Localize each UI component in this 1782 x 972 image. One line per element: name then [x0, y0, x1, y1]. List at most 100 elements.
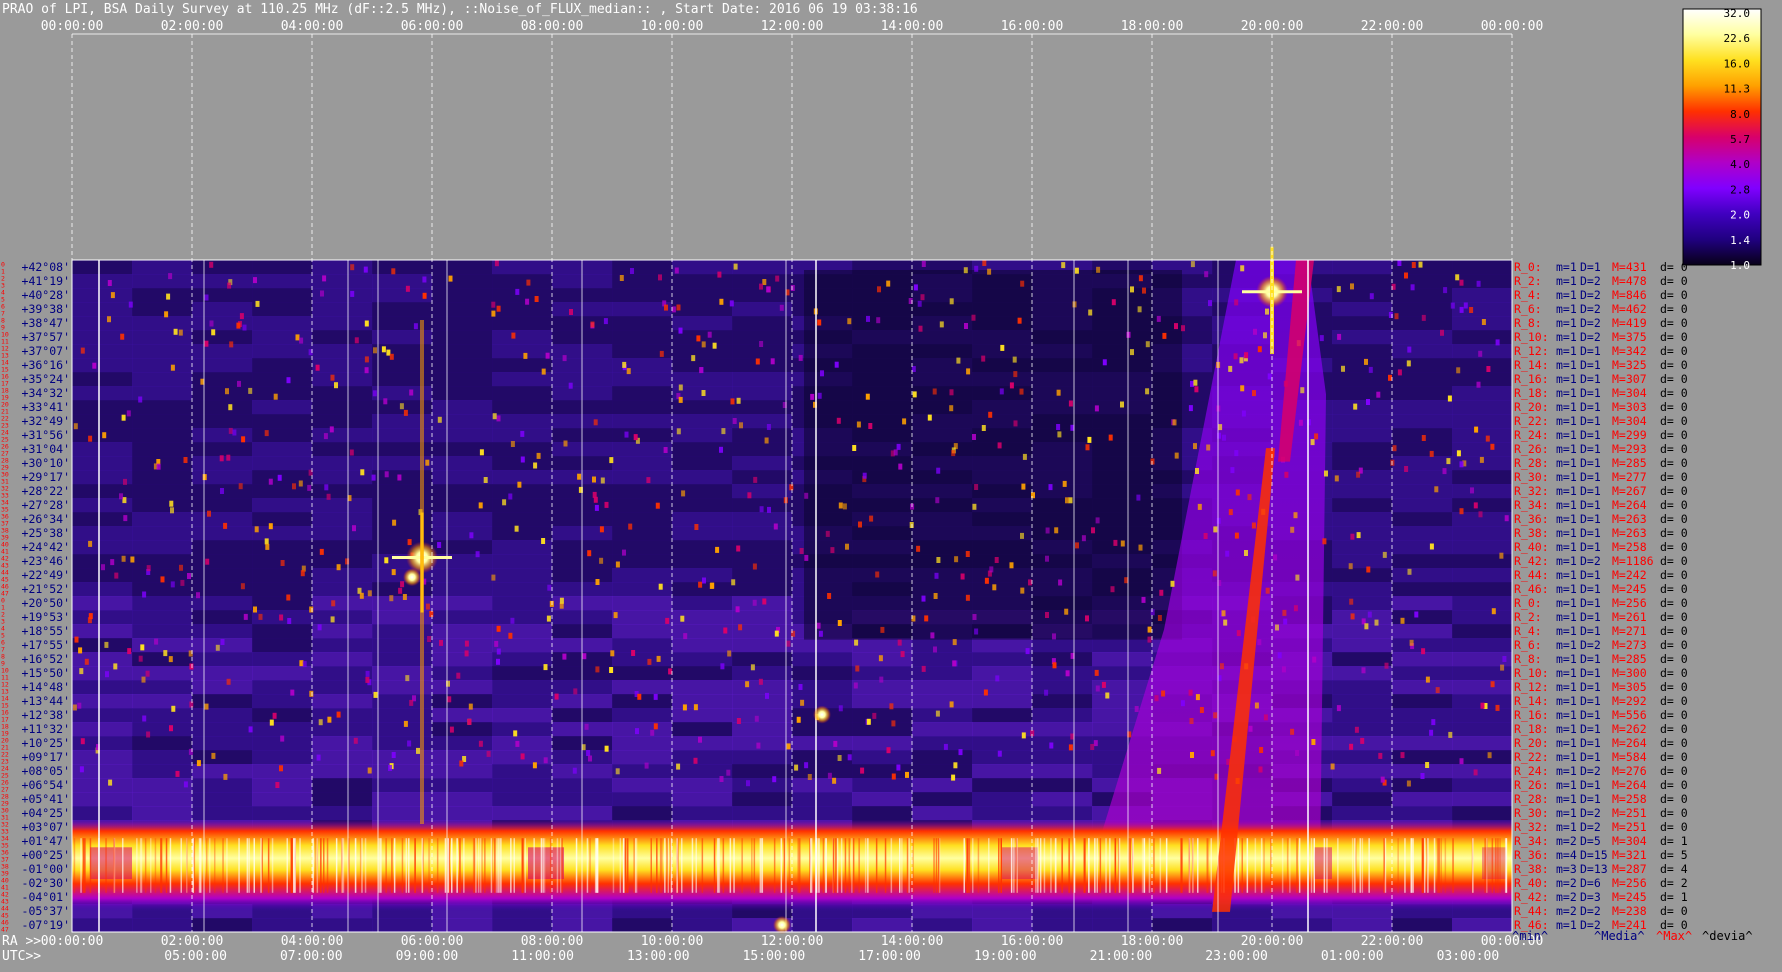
heatmap-cell	[492, 302, 553, 317]
heatmap-cell	[72, 372, 133, 387]
ra-tick-label: 08:00:00	[521, 934, 584, 949]
noise-speckle	[242, 324, 247, 331]
noise-speckle	[766, 286, 771, 293]
band-hatch	[1410, 838, 1412, 893]
noise-speckle	[1404, 272, 1408, 279]
heatmap-cell	[672, 750, 733, 765]
noise-speckle	[173, 328, 178, 335]
noise-speckle	[681, 490, 686, 497]
noise-speckle	[1459, 306, 1464, 313]
row-stat-median: D=1	[1580, 610, 1601, 624]
row-stat: R_34: m=1 D=1 M=264 d= 0	[1514, 498, 1688, 512]
noise-speckle	[232, 429, 237, 436]
noise-speckle	[164, 311, 169, 318]
heatmap-cell	[72, 288, 133, 303]
noise-speckle	[536, 452, 541, 459]
row-stat-max: M=292	[1612, 694, 1647, 708]
band-hatch	[499, 838, 501, 893]
noise-speckle	[730, 398, 735, 405]
noise-speckle	[856, 421, 861, 428]
band-hatch	[661, 838, 663, 893]
heatmap-cell	[1332, 750, 1393, 765]
heatmap-cell	[1452, 792, 1513, 807]
utc-tick-label: 09:00:00	[396, 949, 459, 964]
row-stat-dev: d= 0	[1660, 568, 1688, 582]
heatmap-cell	[312, 428, 373, 443]
noise-speckle	[715, 546, 720, 553]
heatmap-cell	[192, 750, 253, 765]
noise-speckle	[511, 332, 516, 339]
noise-speckle	[302, 661, 307, 668]
row-stat: R_8: m=1 D=1 M=285 d= 0	[1514, 652, 1688, 666]
legend-max: ^Max^	[1656, 929, 1692, 943]
noise-speckle	[72, 704, 77, 711]
noise-speckle	[1479, 456, 1484, 463]
noise-speckle	[799, 548, 804, 554]
noise-speckle	[349, 449, 354, 456]
heatmap-cell	[732, 596, 793, 611]
noise-speckle	[1334, 475, 1339, 482]
noise-speckle	[391, 752, 396, 758]
heatmap-cell	[72, 526, 133, 541]
row-stat-median: D=2	[1580, 274, 1601, 288]
noise-speckle	[1162, 332, 1167, 339]
row-stat-max: M=264	[1612, 498, 1647, 512]
noise-speckle	[1156, 315, 1161, 322]
heatmap-cell	[1332, 302, 1393, 317]
noise-speckle	[832, 777, 837, 784]
noise-speckle	[934, 572, 939, 579]
heatmap-cell	[1452, 624, 1513, 639]
noise-speckle	[1111, 299, 1116, 306]
row-stat: R_26: m=1 D=1 M=264 d= 0	[1514, 778, 1688, 792]
heatmap-cell	[132, 624, 193, 639]
noise-speckle	[517, 481, 522, 488]
noise-speckle	[1397, 369, 1402, 376]
noise-speckle	[1459, 758, 1464, 765]
band-hatch	[753, 838, 756, 893]
declination-label: +09°17'	[22, 750, 70, 764]
band-hatch	[475, 838, 477, 893]
noise-speckle	[595, 666, 600, 673]
heatmap-cell	[192, 652, 253, 667]
band-hatch	[144, 838, 147, 893]
row-stat-median: D=1	[1580, 666, 1601, 680]
row-stat-max: M=276	[1612, 764, 1647, 778]
heatmap-cell	[1332, 442, 1393, 457]
heatmap-cell	[72, 484, 133, 499]
row-stat-min: m=1	[1556, 764, 1577, 778]
heatmap-cell	[732, 778, 793, 793]
noise-speckle	[407, 740, 412, 747]
noise-speckle	[170, 364, 175, 371]
noise-speckle	[599, 557, 604, 564]
noise-speckle	[459, 760, 464, 767]
noise-speckle	[745, 681, 750, 688]
heatmap-cell	[1332, 596, 1393, 611]
heatmap-cell	[912, 736, 973, 751]
noise-speckle	[772, 776, 777, 783]
noise-speckle	[119, 493, 123, 500]
noise-speckle	[1021, 483, 1026, 490]
row-stat-dev: d= 0	[1660, 596, 1688, 610]
band-hatch	[664, 838, 666, 893]
top-tick-label: 06:00:00	[401, 19, 464, 34]
row-stat-median: D=2	[1580, 554, 1601, 568]
ra-tick-label: 22:00:00	[1361, 934, 1424, 949]
noise-speckle	[1057, 431, 1062, 438]
noise-speckle	[644, 762, 649, 769]
noise-speckle	[680, 615, 685, 622]
row-stat-dev: d= 0	[1660, 512, 1688, 526]
noise-speckle	[701, 390, 706, 396]
noise-speckle	[168, 656, 173, 663]
noise-speckle	[1088, 309, 1093, 316]
noise-speckle	[1120, 401, 1124, 408]
top-tick-label: 00:00:00	[41, 19, 104, 34]
heatmap-cell	[1452, 372, 1513, 387]
noise-speckle	[336, 564, 341, 571]
noise-speckle	[972, 434, 976, 440]
row-stat-beam: R_46:	[1514, 582, 1549, 596]
noise-speckle	[1463, 302, 1468, 309]
heatmap-cell	[492, 316, 553, 331]
band-hatch	[335, 838, 338, 893]
noise-speckle	[1350, 533, 1355, 540]
heatmap-cell	[312, 638, 373, 653]
